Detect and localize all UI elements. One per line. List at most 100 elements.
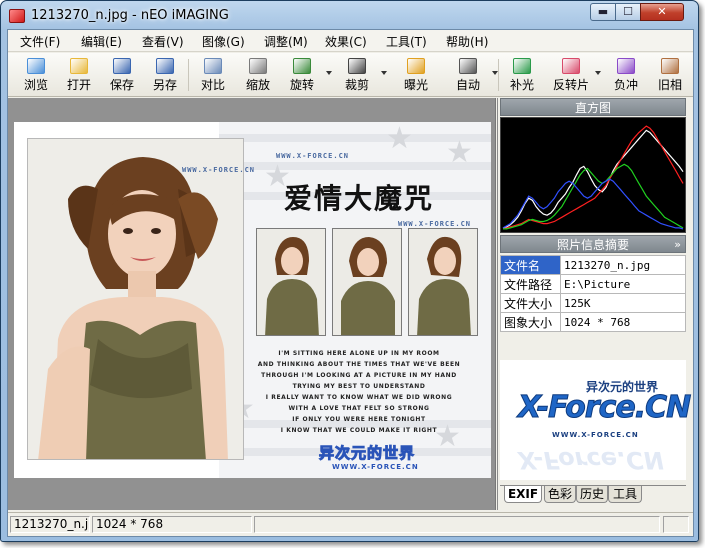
auto-fix-icon (459, 58, 477, 74)
toolbar-separator (188, 59, 189, 91)
old-photo-icon (661, 58, 679, 74)
toolbar-label: 补光 (509, 78, 534, 92)
collapse-icon[interactable]: » (674, 236, 681, 254)
dropdown-arrow-icon[interactable] (326, 71, 332, 75)
side-panel: 直方图 照片信息摘要 » 文件名 1213270_n.jpg 文件路径 E:\Pict… (497, 98, 693, 510)
toolbar-button-auto-fix[interactable]: 自动 (448, 56, 488, 94)
browse-icon (27, 58, 45, 74)
brand-reflection: X-Force.CN (518, 446, 664, 474)
toolbar-label: 负冲 (613, 78, 638, 92)
thumbnail-drawing (409, 229, 477, 335)
maximize-button[interactable]: ☐ (615, 3, 641, 21)
photo-info-title: 照片信息摘要 (556, 238, 629, 252)
histogram-blue-channel (502, 178, 684, 230)
toolbar-button-fill-light[interactable]: 补光 (502, 56, 542, 94)
toolbar-separator (498, 59, 499, 91)
cross-process-icon (617, 58, 635, 74)
reversal-film-icon (562, 58, 580, 74)
brand-big-text: X-Force.CN (517, 390, 691, 426)
menu-edit[interactable]: 编辑(E) (81, 33, 122, 50)
poem-line: I REALLY WANT TO KNOW WHAT WE DID WRONG (265, 394, 453, 401)
toolbar-button-crop[interactable]: 裁剪 (337, 56, 377, 94)
menu-view[interactable]: 查看(V) (142, 33, 184, 50)
site-logo: 异次元的世界 (318, 442, 416, 463)
toolbar-button-exposure[interactable]: 曝光 (396, 56, 436, 94)
photo-info-header[interactable]: 照片信息摘要 » (500, 235, 686, 253)
image-canvas[interactable]: ★ ★ ★ ★ ★ (8, 98, 496, 510)
status-dimensions: 1024 * 768 (92, 516, 252, 533)
histogram-red-channel (502, 125, 684, 230)
toolbar-button-save[interactable]: 保存 (102, 56, 142, 94)
app-icon (9, 9, 25, 23)
minimize-button[interactable]: ▬ (590, 3, 616, 21)
thumbnail-photo (256, 228, 326, 336)
toolbar-button-rotate[interactable]: 旋转 (282, 56, 322, 94)
info-row[interactable]: 图象大小 1024 * 768 (500, 312, 686, 332)
star-shape: ★ (386, 122, 413, 156)
watermark-url: WWW.X-FORCE.CN (182, 166, 256, 174)
toolbar-label: 旧相 (657, 78, 682, 92)
close-button[interactable]: ✕ (640, 3, 684, 21)
dropdown-arrow-icon[interactable] (381, 71, 387, 75)
toolbar-button-save-as[interactable]: 另存 (145, 56, 185, 94)
poem-line: WITH A LOVE THAT FELT SO STRONG (288, 405, 430, 412)
poem-line: AND THINKING ABOUT THE TIMES THAT WE'VE … (257, 361, 461, 368)
client-area: 文件(F) 编辑(E) 查看(V) 图像(G) 调整(M) 效果(C) 工具(T) 帮助(H)… (7, 29, 694, 537)
histogram (500, 117, 686, 233)
status-message (254, 516, 660, 533)
menu-bar: 文件(F) 编辑(E) 查看(V) 图像(G) 调整(M) 效果(C) 工具(T) 帮助(H) (8, 30, 693, 52)
toolbar-button-resize[interactable]: 缩放 (238, 56, 278, 94)
info-value: E:\Picture (560, 274, 686, 294)
histogram-header[interactable]: 直方图 (500, 98, 686, 116)
toolbar-label: 自动 (455, 78, 480, 92)
info-key: 文件路径 (500, 274, 561, 294)
info-row[interactable]: 文件路径 E:\Picture (500, 274, 686, 294)
info-key: 文件名 (500, 255, 561, 275)
info-row[interactable]: 文件大小 125K (500, 293, 686, 313)
tab-2[interactable]: 历史 (576, 486, 608, 503)
dropdown-arrow-icon[interactable] (595, 71, 601, 75)
toolbar-button-browse[interactable]: 浏览 (16, 56, 56, 94)
thumbnail-photo (408, 228, 478, 336)
toolbar-label: 反转片 (552, 78, 589, 92)
toolbar-label: 保存 (109, 78, 134, 92)
portrait-photo (27, 138, 244, 460)
menu-help[interactable]: 帮助(H) (446, 33, 488, 50)
watermark-url: WWW.X-FORCE.CN (398, 220, 472, 228)
tab-3[interactable]: 工具 (608, 486, 642, 503)
info-value: 1024 * 768 (560, 312, 686, 332)
info-key: 图象大小 (500, 312, 561, 332)
toolbar-button-old-photo[interactable]: 旧相 (650, 56, 690, 94)
album-title: 爱情大魔咒 (284, 182, 435, 215)
toolbar-button-cross-process[interactable]: 负冲 (606, 56, 646, 94)
resize-icon (249, 58, 267, 74)
status-bar: 1213270_n.jpg 1024 * 768 (8, 512, 693, 534)
toolbar: 浏览 打开 保存 另存 对比 缩放 旋转 裁剪 曝光 自动 补光 反转片 负冲 旧相 (8, 53, 693, 97)
toolbar-label: 缩放 (245, 78, 270, 92)
menu-file[interactable]: 文件(F) (20, 33, 60, 50)
toolbar-label: 裁剪 (344, 78, 369, 92)
tab-0[interactable]: EXIF (504, 486, 542, 503)
menu-image[interactable]: 图像(G) (202, 33, 245, 50)
toolbar-button-reversal-film[interactable]: 反转片 (551, 56, 591, 94)
toolbar-button-compare[interactable]: 对比 (193, 56, 233, 94)
toolbar-button-folder-open[interactable]: 打开 (59, 56, 99, 94)
poem-line: I KNOW THAT WE COULD MAKE IT RIGHT (280, 427, 438, 434)
watermark-url: WWW.X-FORCE.CN (276, 152, 350, 160)
title-bar[interactable]: 1213270_n.jpg - nEO iMAGING ▬ ☐ ✕ (1, 1, 698, 31)
menu-effects[interactable]: 效果(C) (325, 33, 367, 50)
poem-line: I'M SITTING HERE ALONE UP IN MY ROOM (278, 350, 440, 357)
menu-adjust[interactable]: 调整(M) (264, 33, 308, 50)
tab-1[interactable]: 色彩 (544, 486, 576, 503)
save-icon (113, 58, 131, 74)
menu-tools[interactable]: 工具(T) (386, 33, 427, 50)
star-shape: ★ (446, 135, 473, 170)
brand-logo: 异次元的世界 X-Force.CN WWW.X-FORCE.CN X-Force… (500, 360, 692, 480)
logo-text-b: 世界 (383, 444, 416, 463)
status-resize-grip[interactable] (663, 516, 689, 533)
info-row[interactable]: 文件名 1213270_n.jpg (500, 255, 686, 275)
photo-info-table: 文件名 1213270_n.jpg 文件路径 E:\Picture 文件大小 125K 图象… (500, 255, 686, 332)
photo-image: ★ ★ ★ ★ ★ (14, 122, 491, 478)
info-key: 文件大小 (500, 293, 561, 313)
toolbar-label: 另存 (152, 78, 177, 92)
